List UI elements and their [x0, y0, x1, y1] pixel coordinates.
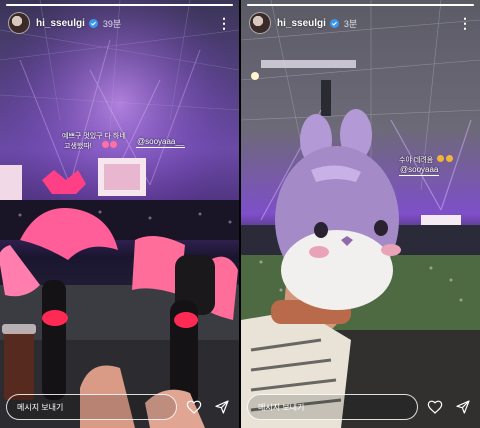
username[interactable]: hi_sseulgi [277, 18, 326, 29]
story-caption-line-1: 수야 데려옴 [399, 157, 434, 164]
emoji-sticker [446, 155, 453, 162]
story-reply-bar: 메시지 보내기 [247, 392, 474, 422]
mention-tag[interactable]: @sooyaaa__ [136, 137, 186, 148]
heart-icon[interactable] [424, 396, 446, 418]
post-time: 3분 [343, 18, 358, 29]
story-header: hi_sseulgi 39분 ⋮ [8, 12, 231, 34]
story-progress-fill [247, 4, 474, 6]
concert-photo-2 [241, 0, 480, 428]
story-header: hi_sseulgi 3분 ⋮ [249, 12, 472, 34]
mention-tag[interactable]: @sooyaaa [399, 165, 440, 176]
username[interactable]: hi_sseulgi [36, 18, 85, 29]
story-caption-line-2: 고생했따! [64, 143, 92, 150]
send-icon[interactable] [211, 396, 233, 418]
avatar[interactable] [249, 12, 271, 34]
more-icon[interactable]: ⋮ [458, 16, 472, 30]
message-input[interactable]: 메시지 보내기 [6, 394, 177, 420]
post-time: 39분 [102, 18, 122, 29]
concert-photo-1 [0, 0, 239, 428]
message-input[interactable]: 메시지 보내기 [247, 394, 418, 420]
emoji-sticker [102, 141, 109, 148]
story-caption-line-1: 예쁘구 멋있구 다 하네 [62, 133, 126, 140]
story-viewer: hi_sseulgi 39분 ⋮ 예쁘구 멋있구 다 하네 고생했따! @soo… [0, 0, 480, 428]
story-progress-bar [247, 4, 474, 6]
emoji-sticker [437, 155, 444, 162]
story-progress-fill [6, 4, 233, 6]
verified-icon [88, 18, 98, 28]
story-panel-1[interactable]: hi_sseulgi 39분 ⋮ 예쁘구 멋있구 다 하네 고생했따! @soo… [0, 0, 239, 428]
story-panel-2[interactable]: hi_sseulgi 3분 ⋮ 수야 데려옴 @sooyaaa 메시지 보내기 [241, 0, 480, 428]
heart-icon[interactable] [183, 396, 205, 418]
send-icon[interactable] [452, 396, 474, 418]
story-progress-bar [6, 4, 233, 6]
more-icon[interactable]: ⋮ [217, 16, 231, 30]
verified-icon [329, 18, 339, 28]
avatar[interactable] [8, 12, 30, 34]
emoji-sticker [110, 141, 117, 148]
story-reply-bar: 메시지 보내기 [6, 392, 233, 422]
